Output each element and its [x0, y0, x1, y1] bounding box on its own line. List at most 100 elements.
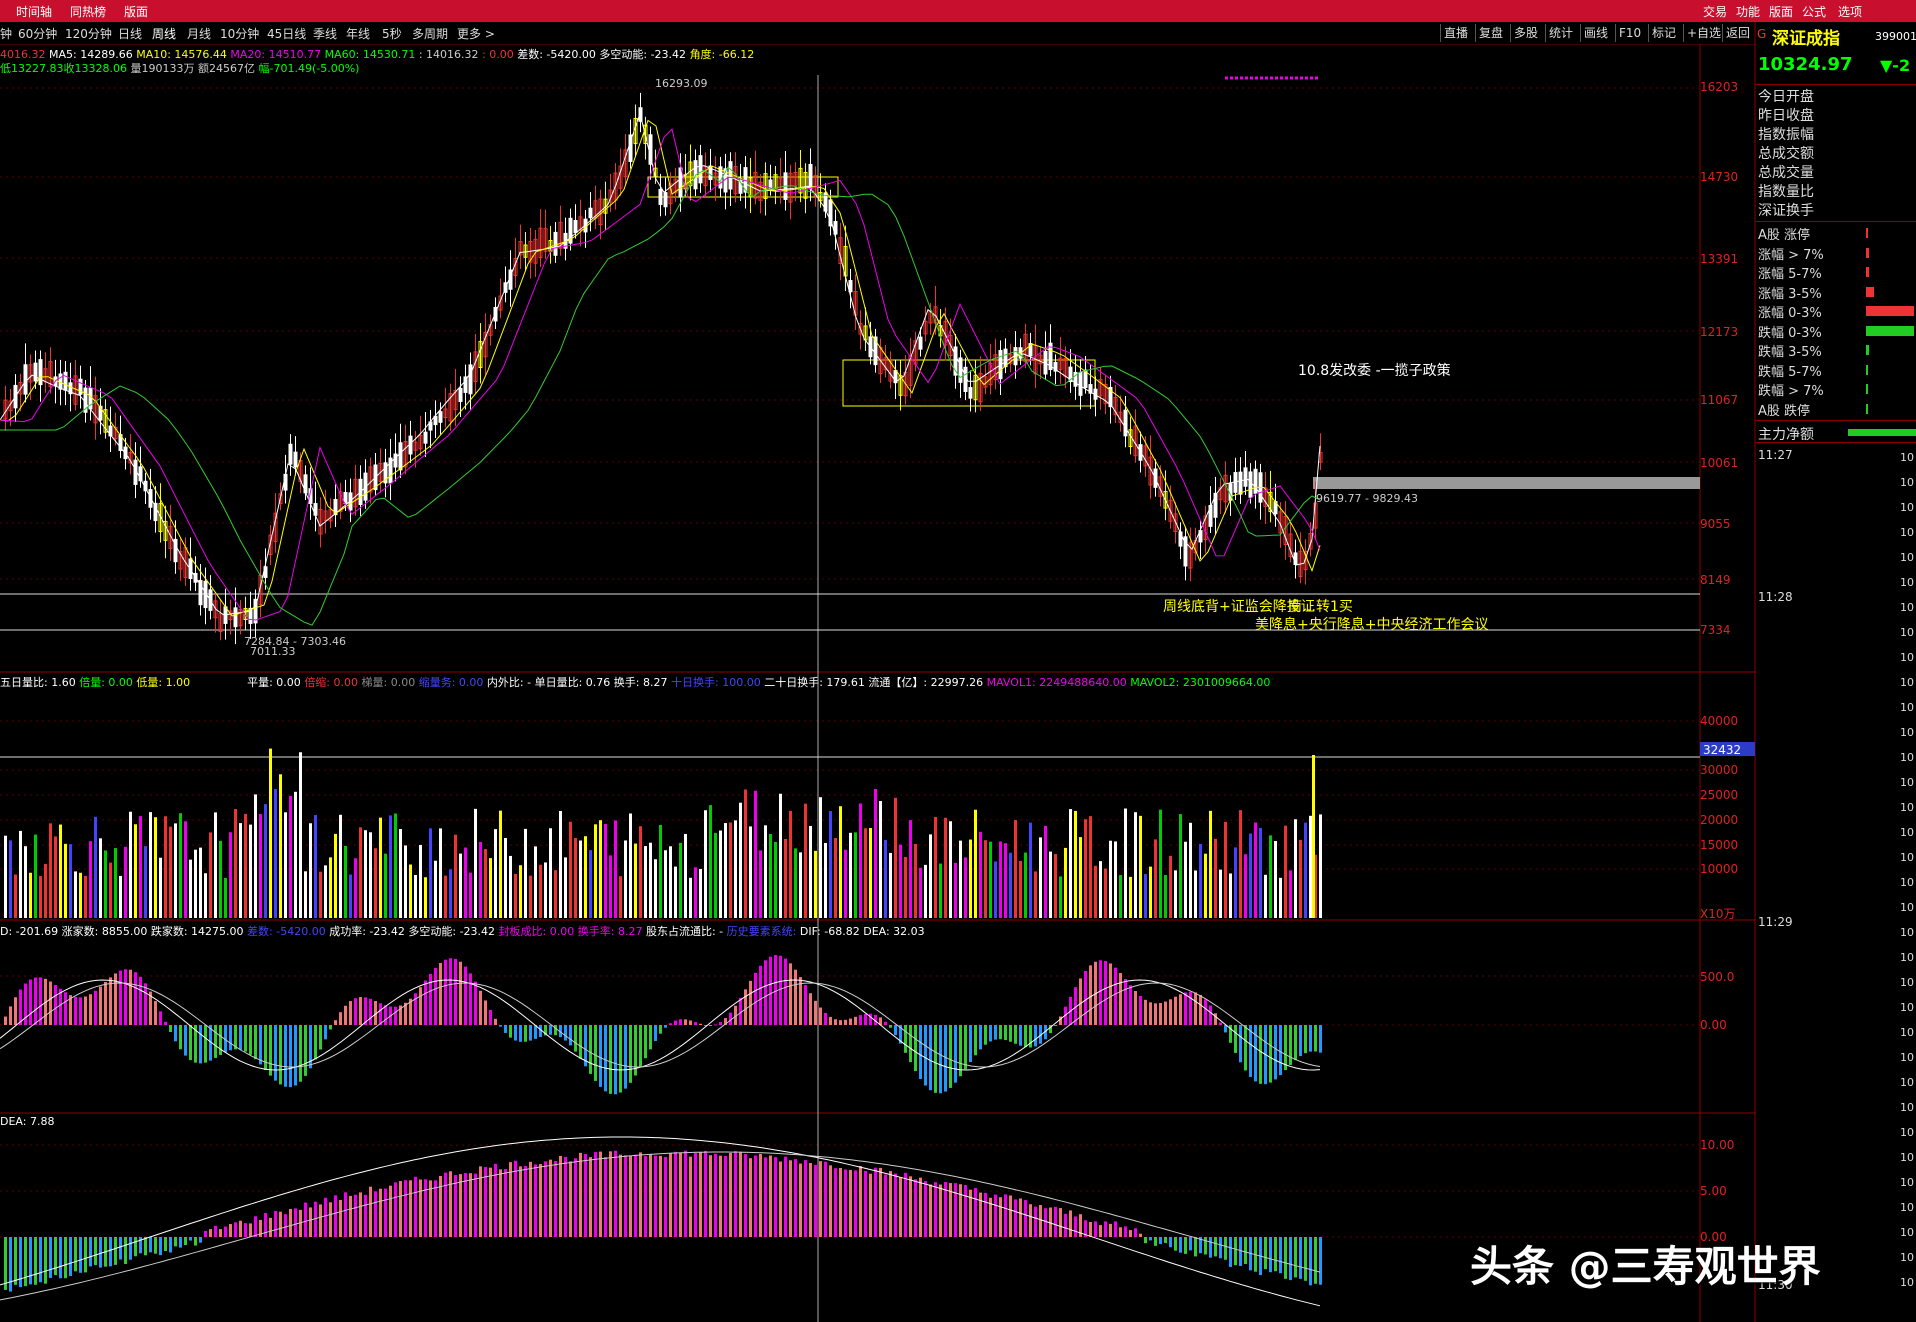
ind1-tick: 0.00 — [1700, 1018, 1727, 1032]
price-tick: 10061 — [1700, 456, 1739, 470]
dist-row-label: 跌幅 5-7% — [1758, 364, 1822, 380]
tick-value: 10 — [1900, 826, 1914, 839]
tick-value: 10 — [1900, 1026, 1914, 1039]
index-change: ▼-2 — [1880, 56, 1911, 75]
tick-value: 10 — [1900, 1101, 1914, 1114]
price-tick: 8149 — [1700, 573, 1731, 587]
menu-formula[interactable]: 公式 — [1802, 3, 1826, 20]
tick-value: 10 — [1900, 1276, 1914, 1289]
tick-value: 10 — [1900, 726, 1914, 739]
ind2-tick: 10.00 — [1700, 1138, 1735, 1152]
tick-value: 10 — [1900, 676, 1914, 689]
menu-options[interactable]: 选项 — [1838, 3, 1862, 20]
price-tick: 13391 — [1700, 252, 1739, 266]
tick-value: 10 — [1900, 501, 1914, 514]
vol-tick: 30000 — [1700, 763, 1739, 777]
row-total-amount: 总成交额 — [1758, 146, 1814, 162]
row-turnover: 深证换手 — [1758, 203, 1814, 219]
tick-value: 10 — [1900, 876, 1914, 889]
price-tick: 11067 — [1700, 393, 1739, 407]
time-label: 11:27 — [1758, 448, 1793, 462]
index-code: 399001 — [1875, 30, 1916, 43]
vol-unit: X10万 — [1700, 907, 1736, 921]
dist-row-label: 跌幅 3-5% — [1758, 345, 1822, 360]
row-prev-close: 昨日收盘 — [1758, 108, 1814, 124]
price-zone-band — [1313, 477, 1700, 489]
bottom-note-b: 美降息+央行降息+中央经济工作会议 — [1255, 617, 1489, 633]
kline-chart[interactable] — [0, 0, 1756, 1322]
tick-value: 10 — [1900, 1176, 1914, 1189]
tick-value: 10 — [1900, 1151, 1914, 1164]
grid-lines — [0, 87, 1700, 1238]
net-flow-bar — [1848, 429, 1916, 436]
dist-row-bar — [1866, 364, 1868, 375]
dist-row-label: 涨幅 > 7% — [1758, 247, 1824, 263]
dist-row-label: A股 跌停 — [1758, 403, 1811, 419]
tick-value: 10 — [1900, 951, 1914, 964]
tick-value: 10 — [1900, 851, 1914, 864]
vol-tick: 15000 — [1700, 838, 1739, 852]
tick-value: 10 — [1900, 1251, 1914, 1264]
low-annotation-b: 7011.33 — [250, 645, 296, 658]
tick-value: 10 — [1900, 476, 1914, 489]
ind1-tick: 500.0 — [1700, 970, 1735, 984]
dist-row-label: A股 涨停 — [1758, 228, 1811, 243]
tick-value: 10 — [1900, 776, 1914, 789]
vol-marker-label: 32432 — [1703, 743, 1742, 757]
tick-value: 10 — [1900, 701, 1914, 714]
dist-row-bar — [1866, 267, 1869, 277]
menu-layout-right[interactable]: 版面 — [1769, 3, 1793, 20]
dist-row-label: 涨幅 0-3% — [1758, 306, 1822, 321]
tick-value: 10 — [1900, 601, 1914, 614]
vol-tick: 40000 — [1700, 714, 1739, 728]
tick-value: 10 — [1900, 526, 1914, 539]
tick-value: 10 — [1900, 551, 1914, 564]
tick-value: 10 — [1900, 1226, 1914, 1239]
group-badge: G — [1757, 27, 1767, 41]
tick-value: 10 — [1900, 1201, 1914, 1214]
policy-note: 10.8发改委 -一揽子政策 — [1298, 363, 1451, 379]
tick-value: 10 — [1900, 801, 1914, 814]
tick-value: 10 — [1900, 1001, 1914, 1014]
watermark: 头条 @三寿观世界 — [1470, 1242, 1821, 1291]
tick-value: 10 — [1900, 651, 1914, 664]
tick-value: 10 — [1900, 451, 1914, 464]
dist-row-bar — [1866, 228, 1868, 238]
dist-row-bar — [1866, 384, 1868, 394]
bottom-note-c: 南…转1买 — [1288, 599, 1353, 615]
price-tick: 16203 — [1700, 80, 1739, 94]
row-open: 今日开盘 — [1758, 89, 1814, 105]
ind2-tick: 5.00 — [1700, 1184, 1727, 1198]
dist-row-label: 涨幅 3-5% — [1758, 286, 1822, 302]
tick-value: 10 — [1900, 901, 1914, 914]
dist-row-bar — [1866, 286, 1874, 297]
volume-bars — [4, 748, 1322, 918]
tick-value: 10 — [1900, 626, 1914, 639]
price-tick: 14730 — [1700, 170, 1739, 184]
high-annotation: 16293.09 — [655, 77, 708, 90]
net-flow-label: 主力净额 — [1758, 427, 1814, 443]
tick-value: 10 — [1900, 1126, 1914, 1139]
dist-row-label: 跌幅 > 7% — [1758, 384, 1824, 399]
dist-row-label: 涨幅 5-7% — [1758, 267, 1822, 282]
index-price: 10324.97 — [1758, 54, 1853, 75]
dist-row-bar — [1866, 247, 1869, 258]
dist-row-bar — [1866, 403, 1868, 414]
index-name: 深证成指 — [1772, 29, 1840, 49]
dist-row-label: 跌幅 0-3% — [1758, 325, 1822, 341]
indicator2-bars — [4, 1150, 1322, 1292]
tick-value: 10 — [1900, 926, 1914, 939]
price-tick: 9055 — [1700, 517, 1731, 531]
tick-value: 10 — [1900, 1076, 1914, 1089]
vol-tick: 25000 — [1700, 788, 1739, 802]
price-tick: 12173 — [1700, 325, 1739, 339]
tick-value: 10 — [1900, 576, 1914, 589]
dist-row-bar — [1866, 325, 1914, 336]
vol-tick: 10000 — [1700, 862, 1739, 876]
zone-annotation: 9619.77 - 9829.43 — [1316, 492, 1418, 505]
candle-series — [3, 92, 1323, 645]
price-tick: 7334 — [1700, 623, 1731, 637]
tick-value: 10 — [1900, 751, 1914, 764]
time-label: 11:29 — [1758, 915, 1793, 929]
dist-row-bar — [1866, 345, 1869, 355]
